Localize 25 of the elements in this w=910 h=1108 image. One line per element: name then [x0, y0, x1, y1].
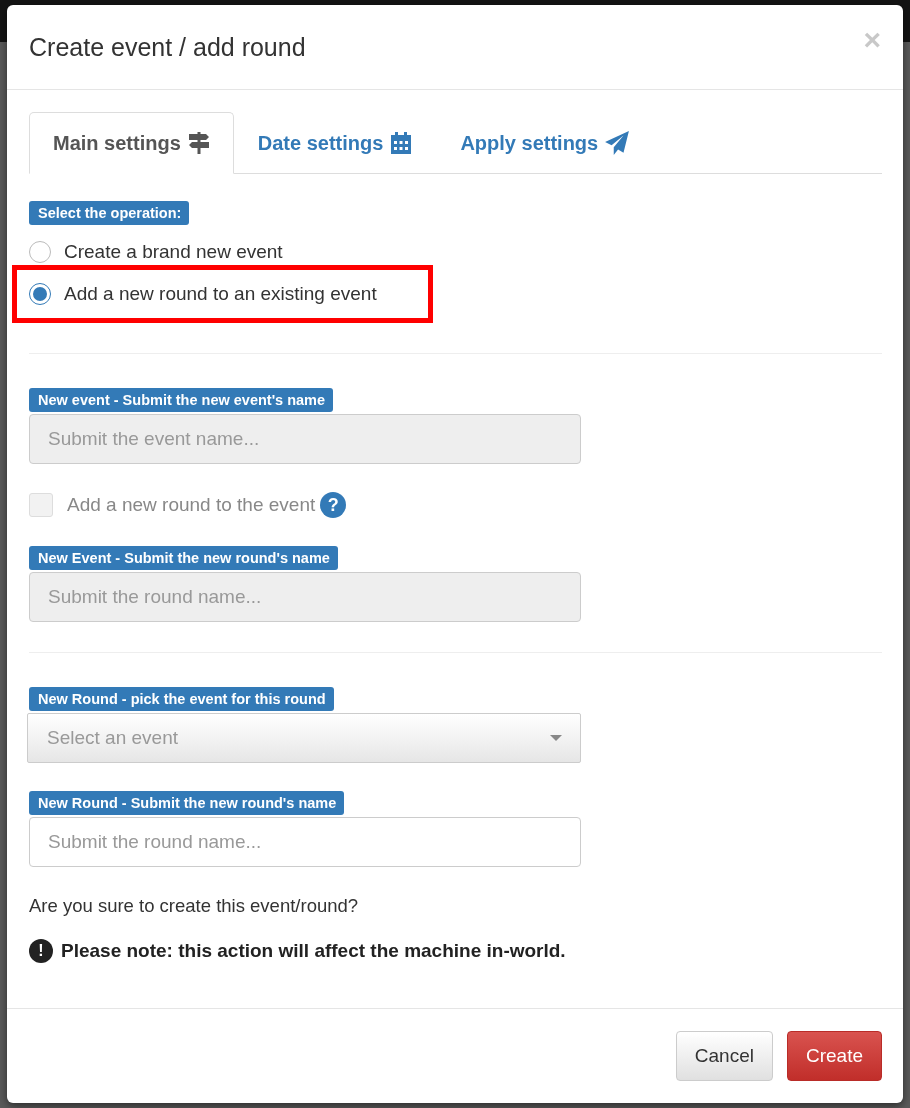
field-label: New event - Submit the new event's name: [29, 388, 334, 412]
tab[interactable]: Main settings: [29, 112, 234, 174]
caret-icon: [550, 735, 562, 741]
checkbox-label: Add a new round to the event: [67, 494, 316, 516]
field-label: New Round - Submit the new round's name: [29, 791, 345, 815]
signpost-icon: [186, 131, 211, 155]
calendar-icon: [389, 131, 414, 155]
tab[interactable]: Date settings: [233, 112, 437, 174]
field-label: Select the operation:: [29, 201, 190, 225]
select-dropdown[interactable]: Select an event: [27, 713, 581, 763]
exclamation-icon: !: [29, 939, 53, 963]
field-label: New Event - Submit the new round's name: [29, 546, 338, 570]
radio-button[interactable]: [29, 241, 51, 263]
cancel-button[interactable]: Cancel: [675, 1031, 773, 1081]
radio-label: Create a brand new event: [64, 241, 283, 263]
paper-plane-icon: [604, 130, 631, 156]
dialog-title: Create event / add round: [29, 32, 306, 62]
confirmation-text: Are you sure to create this event/round?: [29, 895, 360, 917]
field-label: New Round - pick the event for this round: [29, 687, 334, 711]
radio-button[interactable]: [29, 283, 51, 305]
warning-text: Please note: this action will affect the machine in-world.: [61, 940, 566, 962]
text-field[interactable]: Submit the round name...: [29, 817, 581, 867]
tab[interactable]: Apply settings: [436, 112, 654, 174]
radio-label: Add a new round to an existing event: [64, 283, 377, 305]
create-button[interactable]: Create: [786, 1031, 882, 1081]
